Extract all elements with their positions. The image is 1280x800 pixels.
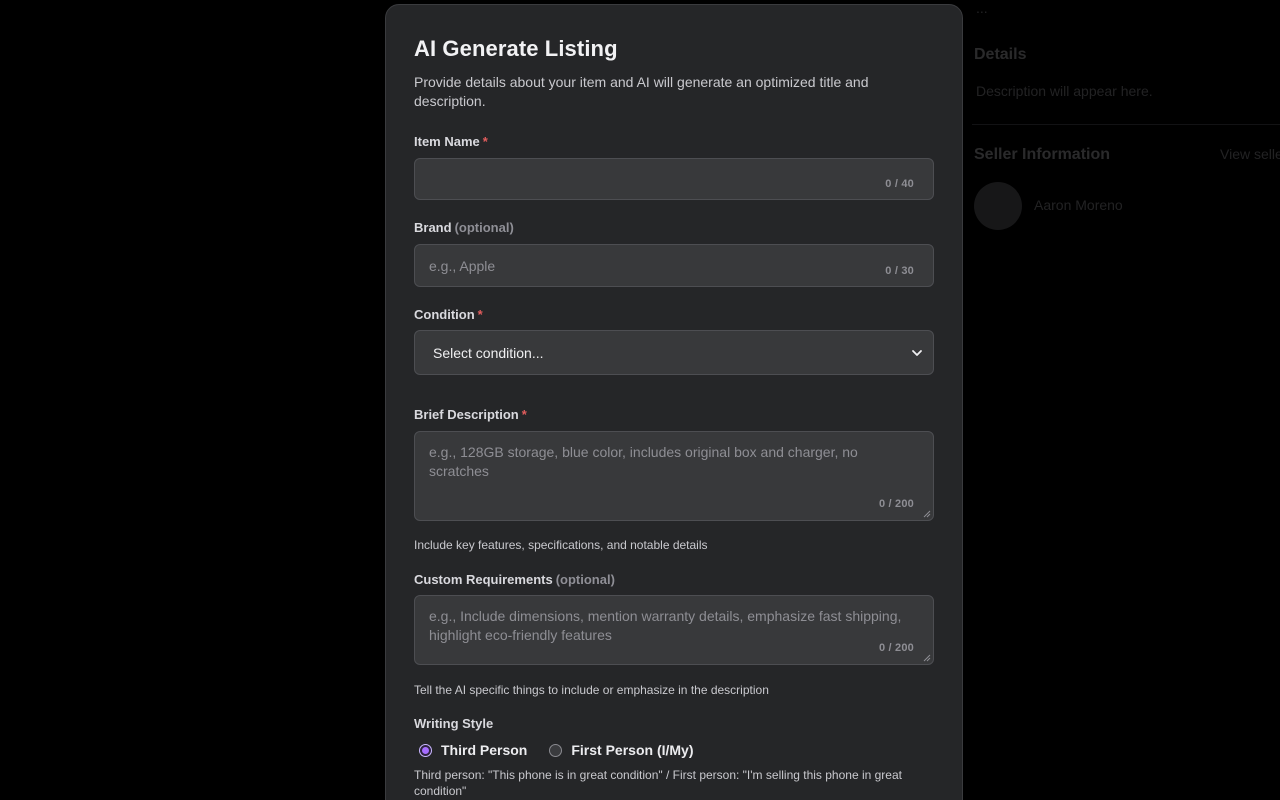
background-text: ... <box>976 0 988 16</box>
brief-description-hint: Include key features, specifications, an… <box>414 538 708 552</box>
custom-requirements-counter: 0 / 200 <box>878 642 914 654</box>
custom-requirements-hint: Tell the AI specific things to include o… <box>414 683 769 697</box>
writing-style-hint: Third person: "This phone is in great co… <box>414 768 902 798</box>
background-heading-details: Details <box>974 46 1027 63</box>
background-seller-name: Aaron Moreno <box>1034 197 1123 213</box>
brief-description-label: Brief Description * <box>414 407 527 423</box>
modal-subtitle: Provide details about your item and AI w… <box>414 74 869 109</box>
writing-style-radio-group: Third Person First Person (I/My) <box>419 742 716 758</box>
brief-description-field[interactable]: 0 / 200 <box>414 431 934 521</box>
writing-style-label: Writing Style <box>414 716 494 731</box>
condition-label-text: Condition <box>414 307 475 322</box>
brand-counter: 0 / 30 <box>885 265 914 277</box>
brand-label-text: Brand <box>414 220 452 235</box>
chevron-down-icon <box>912 349 922 356</box>
condition-select[interactable]: Select condition... <box>414 330 934 375</box>
custom-requirements-field[interactable]: 0 / 200 <box>414 595 934 665</box>
brand-input[interactable] <box>415 245 933 286</box>
item-name-label: Item Name * <box>414 134 488 150</box>
custom-requirements-label-text: Custom Requirements <box>414 572 553 587</box>
radio-third-person-label: Third Person <box>441 742 528 758</box>
background-description-text: Description will appear here. <box>976 83 1153 99</box>
item-name-field[interactable]: 0 / 40 <box>414 158 934 200</box>
optional-marker: (optional) <box>555 572 615 587</box>
custom-requirements-textarea[interactable] <box>415 596 933 664</box>
brand-label: Brand (optional) <box>414 220 514 236</box>
ai-generate-listing-modal: AI Generate Listing Provide details abou… <box>385 4 963 800</box>
radio-third-person[interactable]: Third Person <box>419 742 527 758</box>
condition-label: Condition * <box>414 307 483 323</box>
brief-description-textarea[interactable] <box>415 432 933 520</box>
required-marker: * <box>482 134 488 149</box>
condition-selected-value: Select condition... <box>433 344 544 361</box>
item-name-counter: 0 / 40 <box>885 178 914 190</box>
background-page: ... Details Description will appear here… <box>972 0 1280 260</box>
background-view-seller-link: View seller <box>1220 146 1280 162</box>
seller-avatar <box>974 182 1022 230</box>
background-divider <box>972 124 1280 125</box>
modal-title: AI Generate Listing <box>414 36 618 61</box>
item-name-input[interactable] <box>415 159 933 199</box>
required-marker: * <box>477 307 483 322</box>
required-marker: * <box>521 407 527 422</box>
brand-field[interactable]: 0 / 30 <box>414 244 934 287</box>
radio-unselected-icon[interactable] <box>549 743 563 757</box>
resize-handle-icon[interactable] <box>923 654 931 662</box>
brief-description-counter: 0 / 200 <box>878 498 914 510</box>
background-heading-seller: Seller Information <box>974 146 1111 163</box>
optional-marker: (optional) <box>454 220 514 235</box>
custom-requirements-label: Custom Requirements (optional) <box>414 572 615 588</box>
radio-selected-icon[interactable] <box>419 743 432 757</box>
radio-first-person[interactable]: First Person (I/My) <box>549 742 694 758</box>
radio-first-person-label: First Person (I/My) <box>571 742 694 758</box>
item-name-label-text: Item Name <box>414 134 480 149</box>
brief-description-label-text: Brief Description <box>414 407 519 422</box>
resize-handle-icon[interactable] <box>923 510 931 518</box>
